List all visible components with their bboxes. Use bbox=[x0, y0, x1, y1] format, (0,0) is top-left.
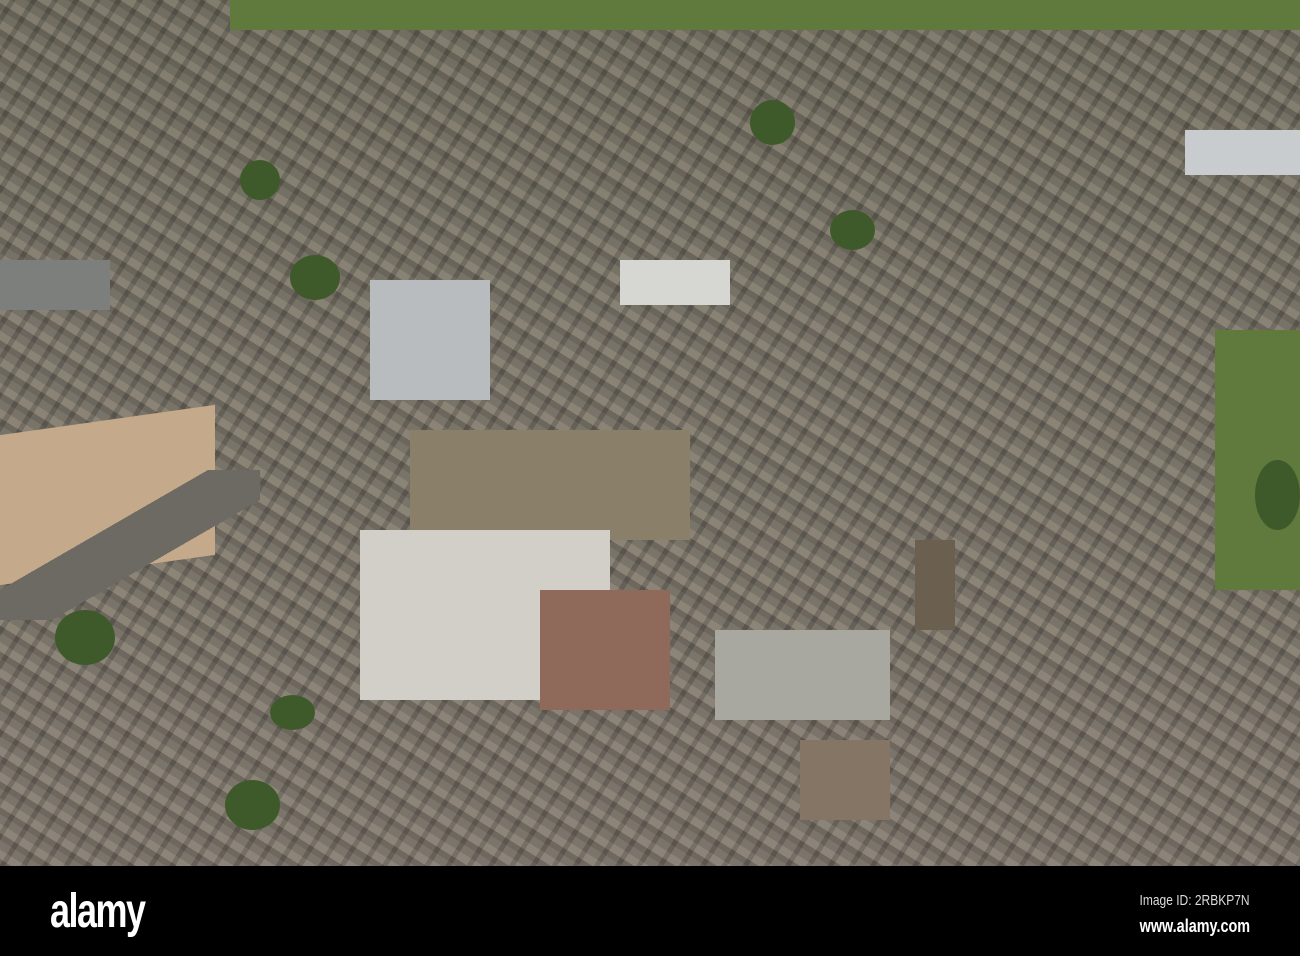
park-field bbox=[230, 0, 1300, 30]
image-id: Image ID: 2RBKP7N bbox=[1139, 892, 1250, 909]
stone-building bbox=[800, 740, 890, 820]
tree bbox=[750, 100, 795, 145]
white-roof-hall bbox=[620, 260, 730, 305]
tree bbox=[225, 780, 280, 830]
shopping-centre bbox=[410, 430, 690, 540]
car-park bbox=[0, 260, 110, 310]
tower-block bbox=[370, 280, 490, 400]
office-building bbox=[1185, 130, 1300, 175]
watermark-bar: alamy Image ID: 2RBKP7N www.alamy.com bbox=[0, 866, 1300, 956]
red-roof-block bbox=[540, 590, 670, 710]
alamy-logo: alamy bbox=[50, 885, 146, 938]
church-tower bbox=[915, 540, 955, 630]
tree bbox=[55, 610, 115, 665]
tree bbox=[290, 255, 340, 300]
tree bbox=[240, 160, 280, 200]
railway-line bbox=[0, 470, 260, 620]
tree bbox=[270, 695, 315, 730]
stray-green bbox=[1215, 330, 1300, 590]
tree bbox=[830, 210, 875, 250]
watermark-url: www.alamy.com bbox=[1139, 916, 1250, 936]
curved-terrace bbox=[715, 630, 890, 720]
aerial-photo bbox=[0, 0, 1300, 866]
tree bbox=[1255, 460, 1300, 530]
